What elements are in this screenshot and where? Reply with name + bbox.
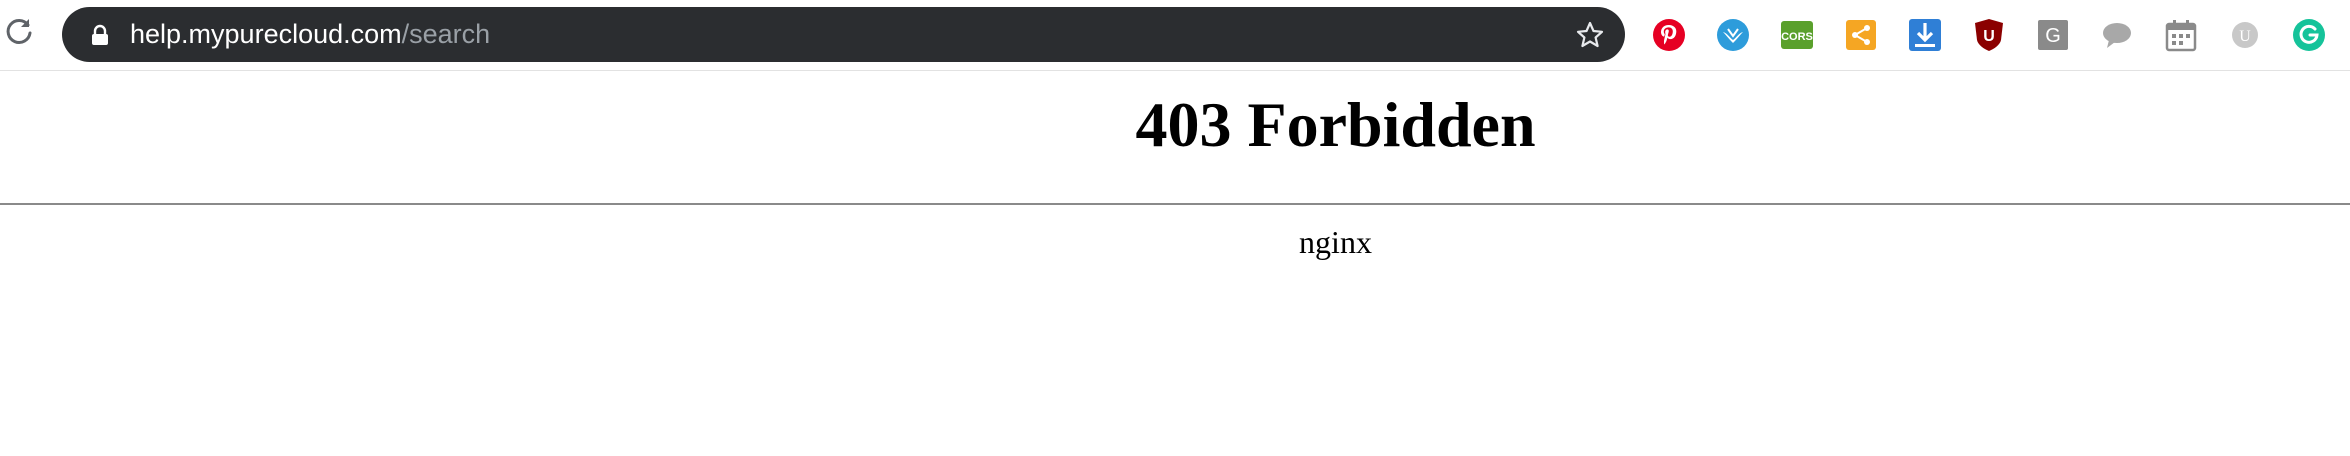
cors-icon[interactable]: CORS [1780, 18, 1814, 52]
url-path: /search [401, 19, 491, 49]
u-extension-icon[interactable]: U [2228, 18, 2262, 52]
extension-bird-icon[interactable] [1716, 18, 1750, 52]
chat-icon[interactable] [2100, 18, 2134, 52]
svg-text:U: U [2239, 28, 2251, 45]
ublock-icon[interactable]: U [1972, 18, 2006, 52]
reload-icon[interactable] [2, 14, 36, 48]
lock-icon[interactable] [89, 24, 111, 46]
download-icon[interactable] [1908, 18, 1942, 52]
grammarly-icon[interactable] [2292, 18, 2326, 52]
page-title: 403 Forbidden [1135, 89, 1536, 160]
svg-text:G: G [2045, 25, 2061, 47]
url-text[interactable]: help.mypurecloud.com/search [130, 7, 490, 62]
pinterest-icon[interactable] [1652, 18, 1686, 52]
url-host: help.mypurecloud.com [130, 19, 402, 49]
calendar-icon[interactable] [2164, 18, 2198, 52]
divider [0, 203, 2350, 205]
g-extension-icon[interactable]: G [2036, 18, 2070, 52]
svg-text:U: U [1983, 28, 1995, 45]
browser-toolbar: help.mypurecloud.com/search CORS U G U [0, 0, 2350, 71]
server-name: nginx [1299, 224, 1372, 260]
svg-text:CORS: CORS [1781, 31, 1813, 43]
bookmark-star-icon[interactable] [1575, 20, 1605, 50]
address-bar[interactable]: help.mypurecloud.com/search [62, 7, 1625, 62]
share-icon[interactable] [1844, 18, 1878, 52]
